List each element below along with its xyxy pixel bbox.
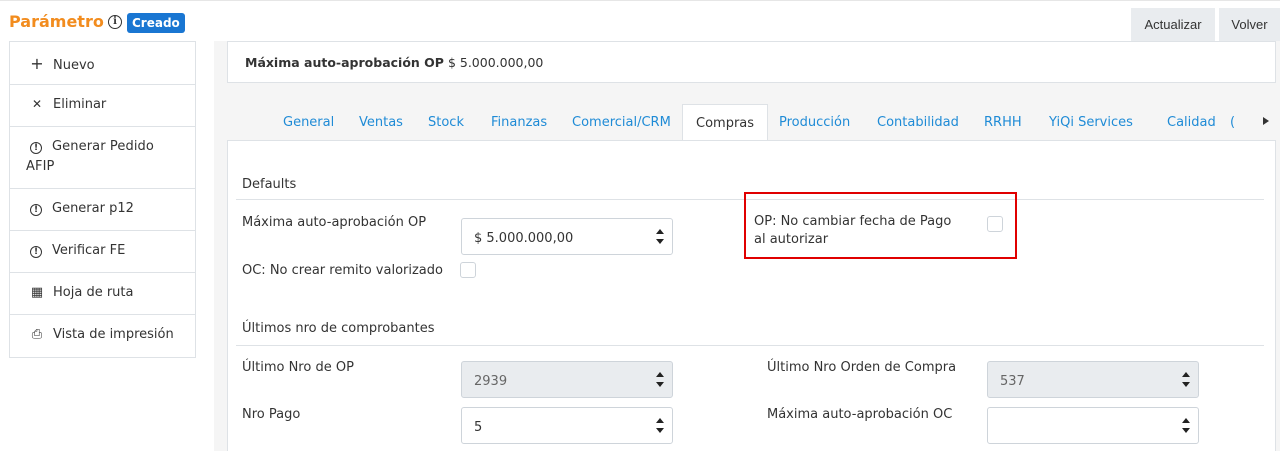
tab-produccion[interactable]: Producción xyxy=(779,104,850,141)
sidebar-item-hoja-de-ruta[interactable]: ▦ Hoja de ruta xyxy=(10,273,195,315)
ultimo-op-input[interactable]: 2939 xyxy=(461,361,673,398)
plus-icon: + xyxy=(30,54,44,73)
actualizar-button[interactable]: Actualizar xyxy=(1131,8,1215,42)
volver-button[interactable]: Volver xyxy=(1219,8,1280,42)
alert-icon: ! xyxy=(30,246,42,258)
max-auto-oc-input[interactable] xyxy=(987,407,1199,444)
tab-comercial-crm[interactable]: Comercial/CRM xyxy=(572,104,671,141)
ultimo-oc-input[interactable]: 537 xyxy=(987,361,1199,398)
compras-panel xyxy=(227,140,1276,451)
sidebar-item-generar-p12[interactable]: ! Generar p12 xyxy=(10,189,195,231)
section-divider xyxy=(236,345,1264,346)
sidebar-item-vista-de-impresion[interactable]: ⎙ Vista de impresión xyxy=(10,315,195,357)
sidebar-item-label: Generar p12 xyxy=(52,201,134,216)
max-auto-op-input[interactable]: $ 5.000.000,00 xyxy=(461,218,673,255)
sidebar-item-label: Generar Pedido AFIP xyxy=(26,139,154,174)
spinner-icon[interactable] xyxy=(1182,417,1190,435)
sidebar-item-label: Verificar FE xyxy=(52,243,126,258)
alert-icon: ! xyxy=(30,204,42,216)
nro-pago-label: Nro Pago xyxy=(242,407,301,422)
tab-calidad[interactable]: Calidad xyxy=(1167,104,1216,141)
ultimo-op-label: Último Nro de OP xyxy=(242,360,354,375)
summary-card: Máxima auto-aprobación OP $ 5.000.000,00 xyxy=(227,41,1276,83)
spinner-icon[interactable] xyxy=(656,371,664,389)
spinner-icon[interactable] xyxy=(656,417,664,435)
tab-overflow[interactable]: ( xyxy=(1230,104,1235,141)
tab-general[interactable]: General xyxy=(283,104,334,141)
highlight-box xyxy=(744,192,1017,259)
max-auto-oc-label: Máxima auto-aprobación OC xyxy=(767,407,953,422)
section-title-defaults: Defaults xyxy=(242,177,297,192)
section-title-ultimos: Últimos nro de comprobantes xyxy=(242,321,435,336)
tab-bar: General Ventas Stock Finanzas Comercial/… xyxy=(227,104,1276,141)
sidebar-item-label: Nuevo xyxy=(53,58,95,73)
sidebar-item-eliminar[interactable]: ✕ Eliminar xyxy=(10,85,195,127)
max-auto-op-value: $ 5.000.000,00 xyxy=(474,231,574,246)
summary-value: $ 5.000.000,00 xyxy=(447,55,544,70)
tab-finanzas[interactable]: Finanzas xyxy=(491,104,547,141)
tab-contabilidad[interactable]: Contabilidad xyxy=(877,104,959,141)
nro-pago-value: 5 xyxy=(474,420,483,435)
top-bar: Parámetro i Creado Actualizar Volver xyxy=(0,0,1280,42)
tab-rrhh[interactable]: RRHH xyxy=(984,104,1022,141)
sidebar-item-generar-pedido-afip[interactable]: ! Generar Pedido AFIP xyxy=(10,127,195,189)
sidebar-item-label: Eliminar xyxy=(53,97,107,112)
calendar-icon: ▦ xyxy=(30,285,44,300)
spinner-icon[interactable] xyxy=(1182,371,1190,389)
oc-no-crear-remito-checkbox[interactable] xyxy=(460,262,476,278)
info-icon[interactable]: i xyxy=(108,15,122,29)
ultimo-oc-label: Último Nro Orden de Compra xyxy=(767,360,957,375)
sidebar-item-label: Vista de impresión xyxy=(53,327,174,342)
tab-ventas[interactable]: Ventas xyxy=(359,104,403,141)
ultimo-op-value: 2939 xyxy=(474,374,508,389)
tab-stock[interactable]: Stock xyxy=(428,104,464,141)
summary-label: Máxima auto-aprobación OP xyxy=(245,55,444,70)
x-icon: ✕ xyxy=(31,97,43,111)
tabs-scroll-right-icon[interactable] xyxy=(1263,117,1269,125)
tab-yiqi-services[interactable]: YiQi Services xyxy=(1049,104,1133,141)
max-auto-op-label: Máxima auto-aprobación OP xyxy=(242,215,427,230)
spinner-icon[interactable] xyxy=(656,228,664,246)
sidebar: + Nuevo ✕ Eliminar ! Generar Pedido AFIP ! G… xyxy=(9,41,196,358)
status-badge: Creado xyxy=(127,13,185,33)
nro-pago-input[interactable]: 5 xyxy=(461,407,673,444)
oc-no-crear-label: OC: No crear remito valorizado xyxy=(242,263,443,278)
printer-icon: ⎙ xyxy=(31,327,43,342)
tab-compras[interactable]: Compras xyxy=(682,104,769,141)
ultimo-oc-value: 537 xyxy=(1000,374,1025,389)
sidebar-item-label: Hoja de ruta xyxy=(53,285,134,300)
sidebar-item-verificar-fe[interactable]: ! Verificar FE xyxy=(10,231,195,273)
alert-icon: ! xyxy=(30,142,42,154)
sidebar-item-nuevo[interactable]: + Nuevo xyxy=(10,42,195,85)
page-title: Parámetro xyxy=(9,12,104,31)
